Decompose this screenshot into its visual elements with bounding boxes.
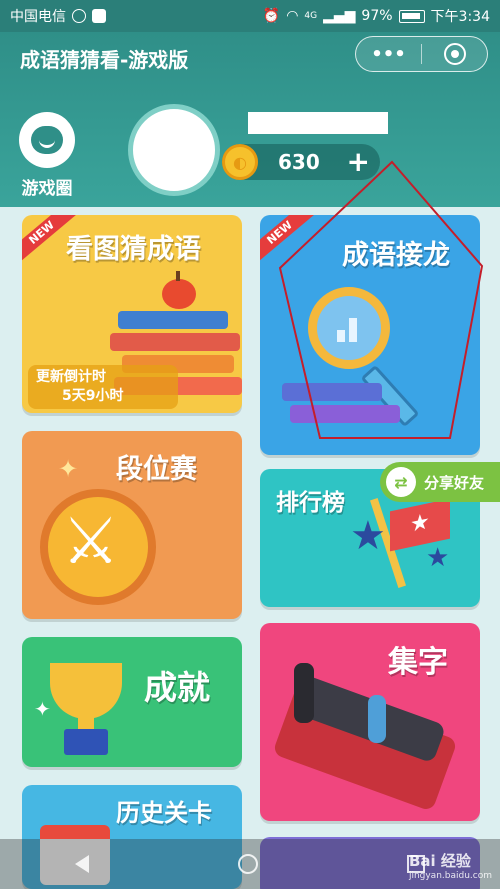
back-icon[interactable]: [74, 855, 89, 873]
watermark: Bai 经验 jingyan.baidu.com: [409, 850, 492, 881]
home-icon[interactable]: [237, 854, 258, 874]
annotation-pentagon: [278, 160, 484, 439]
watermark-brand: Bai 经验: [408, 852, 471, 870]
watermark-url: jingyan.baidu.com: [408, 871, 492, 881]
